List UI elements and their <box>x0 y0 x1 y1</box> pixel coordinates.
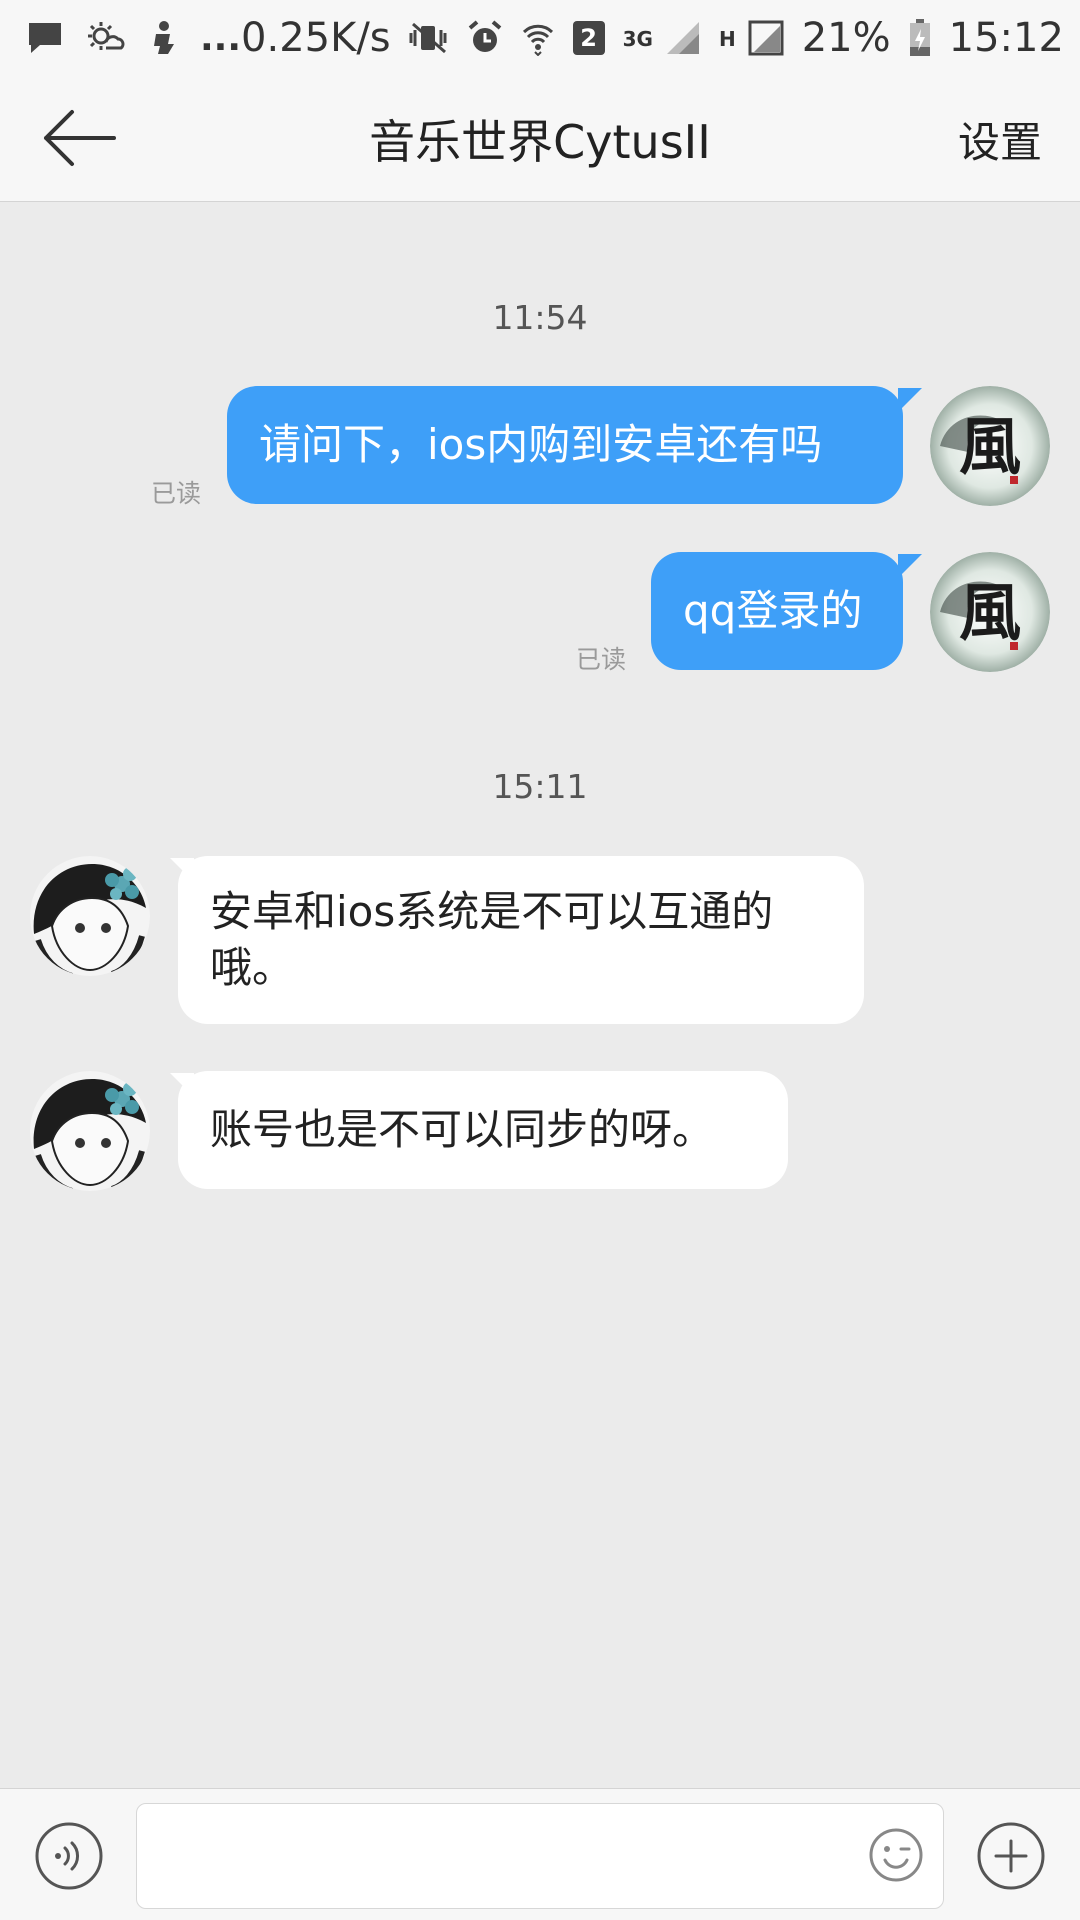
message-line: 安卓和ios系统是不可以互通的 <box>210 887 774 936</box>
network-type-h: H <box>718 27 736 51</box>
bubble-tail <box>898 388 922 412</box>
vibrate-icon <box>409 20 449 56</box>
message-text: 账号也是不可以同步的呀。 <box>210 1105 715 1154</box>
back-button[interactable] <box>40 102 120 178</box>
weather-icon <box>86 20 126 56</box>
voice-button[interactable] <box>34 1821 104 1891</box>
message-line: 哦。 <box>210 943 295 992</box>
app-notification-icon <box>148 20 178 56</box>
emoji-icon <box>869 1828 923 1882</box>
message-text: 请问下，ios内购到安卓还有吗 <box>259 420 823 469</box>
emoji-button[interactable] <box>868 1827 924 1883</box>
plus-icon <box>977 1822 1045 1890</box>
message-timestamp: 15:11 <box>492 767 588 806</box>
more-button[interactable] <box>976 1821 1046 1891</box>
chat-screen: ... 0.25K/s 2 3G H 21% 15:12 音乐世界CytusII… <box>0 0 1080 1920</box>
status-bar: ... 0.25K/s 2 3G H 21% 15:12 <box>0 0 1080 76</box>
more-notifications-dots: ... <box>200 17 242 59</box>
settings-button[interactable]: 设置 <box>958 76 1042 202</box>
bubble-tail <box>898 554 922 578</box>
clock: 15:12 <box>948 15 1064 61</box>
input-bar <box>0 1788 1080 1920</box>
read-status: 已读 <box>151 479 202 508</box>
network-type-3g: 3G <box>622 27 653 51</box>
system-status: 0.25K/s 2 3G H 21% 15:12 <box>241 15 1064 61</box>
battery-percent: 21% <box>801 15 891 61</box>
signal-icon-2 <box>748 20 784 56</box>
wifi-icon <box>521 20 555 56</box>
voice-icon <box>35 1822 103 1890</box>
chat-title: 音乐世界CytusII <box>369 115 711 169</box>
contact-avatar[interactable] <box>30 1071 150 1191</box>
battery-icon <box>909 19 931 57</box>
incoming-message[interactable]: 安卓和ios系统是不可以互通的 哦。 <box>178 856 864 1024</box>
sim-slot-badge: 2 <box>572 21 605 55</box>
nav-bar: 音乐世界CytusII 设置 <box>0 76 1080 202</box>
contact-avatar[interactable] <box>30 856 150 976</box>
self-avatar[interactable]: 風 <box>930 552 1050 672</box>
incoming-message[interactable]: 账号也是不可以同步的呀。 <box>178 1071 788 1189</box>
svg-text:風: 風 <box>959 410 1021 483</box>
arrow-left-icon <box>40 106 116 174</box>
self-avatar[interactable]: 風 <box>930 386 1050 506</box>
message-text: 安卓和ios系统是不可以互通的 哦。 <box>210 884 773 996</box>
network-speed: 0.25K/s <box>241 15 391 61</box>
message-timestamp: 11:54 <box>492 298 588 337</box>
outgoing-message[interactable]: 请问下，ios内购到安卓还有吗 <box>227 386 903 504</box>
signal-icon <box>665 20 701 56</box>
message-text: qq登录的 <box>683 586 863 635</box>
alarm-icon <box>467 20 503 56</box>
read-status: 已读 <box>576 645 627 674</box>
message-notification-icon <box>26 20 64 56</box>
svg-text:風: 風 <box>959 576 1021 649</box>
notification-icons: ... <box>26 18 241 59</box>
message-input[interactable] <box>136 1803 944 1909</box>
outgoing-message[interactable]: qq登录的 <box>651 552 903 670</box>
